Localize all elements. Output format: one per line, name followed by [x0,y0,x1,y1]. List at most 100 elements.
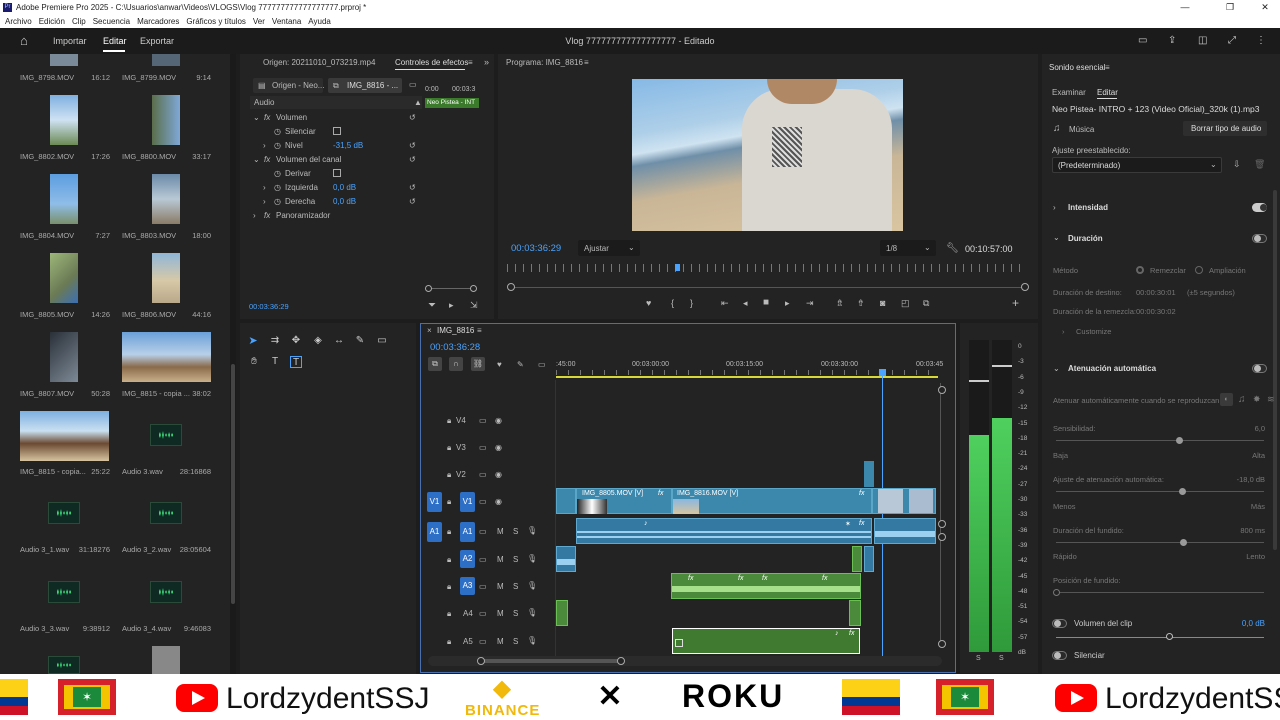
panel-menu-icon[interactable]: ≡ [584,58,589,67]
effects-timecode[interactable]: 00:03:36:29 [249,302,289,311]
rectangle-tool-icon[interactable]: ▭ [376,335,388,347]
solo-track-button[interactable]: S [513,637,518,646]
reset-icon[interactable]: ↺ [409,141,416,150]
step-back-icon[interactable]: ◂ [743,298,748,309]
project-scroll-thumb[interactable] [231,364,235,604]
clip-thumbnail[interactable] [50,95,78,145]
project-item-name[interactable]: IMG_8803.MOV [122,231,176,240]
scroll-handle[interactable] [617,657,625,665]
go-to-out-icon[interactable]: ⇥ [806,298,814,309]
vertical-scrollbar[interactable] [940,383,941,643]
quick-export-icon[interactable]: ◫ [1198,28,1207,54]
menu-clip[interactable]: Clip [72,15,86,28]
linked-selection-icon[interactable]: ⛓ [471,357,485,371]
lock-icon[interactable]: 🔒︎ [447,443,451,453]
fade-position-knob[interactable] [1053,589,1060,596]
track-target-a2[interactable]: A2 [460,550,475,568]
sync-icon[interactable]: ▭ [479,443,487,452]
clip-thumbnail[interactable] [50,174,78,224]
sync-icon[interactable]: ▭ [479,470,487,479]
reset-icon[interactable]: ↺ [409,155,416,164]
more-icon[interactable]: ⋮ [1256,28,1266,54]
sensitivity-knob[interactable] [1176,437,1183,444]
customize-section[interactable]: Customize [1076,327,1111,336]
microphone-icon[interactable]: 🎙︎ [527,581,537,590]
timeline-timecode[interactable]: 00:03:36:28 [430,342,480,353]
reset-icon[interactable]: ↺ [409,113,416,122]
lock-icon[interactable]: 🔒︎ [447,497,451,507]
mini-scroll-handle[interactable] [425,285,432,292]
clip-thumbnail[interactable] [50,332,78,382]
fx-icon[interactable]: fx [264,211,270,220]
lock-icon[interactable]: 🔒︎ [447,470,451,480]
solo-right-button[interactable]: S [999,655,1004,662]
audio-thumbnail[interactable] [48,581,80,603]
lock-icon[interactable]: 🔒︎ [447,609,451,619]
horizontal-scroll-thumb[interactable] [481,659,621,663]
project-item-name[interactable]: IMG_8799.MOV [122,73,176,82]
mute-toggle[interactable] [1052,651,1067,660]
program-ruler[interactable] [507,264,1027,272]
sfx-icon[interactable]: ✸ [1253,394,1261,405]
expand-arrow-icon[interactable]: › [263,141,266,150]
panel-layout-icon[interactable]: ▭ [1138,28,1147,54]
ambience-icon[interactable]: ≋ [1267,394,1275,405]
stopwatch-icon[interactable]: ◷ [274,183,281,192]
clip-thumbnail[interactable] [20,411,109,461]
sensitivity-value[interactable]: 6,0 [1227,424,1265,433]
stop-icon[interactable]: ■ [763,297,769,308]
pen-tool-icon[interactable]: ✎ [354,335,366,347]
panel-scrollbar[interactable] [1273,190,1277,550]
snap-icon[interactable]: ∩ [449,357,463,371]
eye-icon[interactable]: ◉ [495,443,502,452]
sync-icon[interactable]: ▭ [479,637,487,646]
fullscreen-icon[interactable]: ⤢ [1228,28,1236,54]
audio-clip[interactable]: fx fx fx fx [671,573,861,599]
fx-icon[interactable]: fx [264,155,270,164]
solo-track-button[interactable]: S [513,555,518,564]
audio-clip-a2-green[interactable] [852,546,862,572]
audio-thumbnail[interactable] [48,656,80,674]
ducking-toggle[interactable] [1252,364,1267,373]
panel-menu-icon[interactable]: ≡ [477,326,482,335]
mark-out-icon[interactable]: } [690,298,693,308]
sync-icon[interactable]: ▭ [479,555,487,564]
clip-volume-value[interactable]: 0,0 dB [1227,619,1265,628]
effect-level-value[interactable]: -31,5 dB [333,141,363,150]
zoom-handle-right[interactable] [1021,283,1029,291]
project-item-name[interactable]: IMG_8804.MOV [20,231,74,240]
export-icon[interactable]: ⇲ [470,300,478,311]
nest-sequence-icon[interactable]: ⧉ [428,357,442,371]
clip-volume-toggle[interactable] [1052,619,1067,628]
clip-volume-knob[interactable] [1166,633,1173,640]
clip-thumbnail[interactable] [152,95,180,145]
scroll-handle[interactable] [477,657,485,665]
project-item-name[interactable]: IMG_8805.MOV [20,310,74,319]
effect-left-value[interactable]: 0,0 dB [333,183,356,192]
video-clip[interactable]: IMG_8816.MOV [V] fx [672,488,872,514]
audio-clip[interactable] [849,600,861,626]
scroll-handle[interactable] [938,520,946,528]
track-select-tool-icon[interactable]: ⇉ [269,335,281,347]
camera-icon[interactable]: ◙ [880,298,885,308]
duration-toggle[interactable] [1252,234,1267,243]
stopwatch-icon[interactable]: ◷ [274,197,281,206]
scroll-handle[interactable] [938,533,946,541]
fade-position-slider[interactable] [1056,592,1264,593]
stopwatch-icon[interactable]: ◷ [274,127,281,136]
razor-tool-icon[interactable]: ◈ [312,335,324,347]
work-area-bar[interactable] [556,376,938,378]
reset-icon[interactable]: ↺ [409,197,416,206]
solo-track-button[interactable]: S [513,609,518,618]
tab-importar[interactable]: Importar [53,28,87,54]
compare-icon[interactable]: ◰ [901,298,910,309]
fade-duration-slider[interactable] [1056,542,1264,543]
clip-thumbnail[interactable] [122,332,211,382]
dialogue-icon[interactable]: ◐ [1220,393,1233,406]
project-item-name[interactable]: IMG_8802.MOV [20,152,74,161]
project-item-name[interactable]: IMG_8806.MOV [122,310,176,319]
expand-arrow-icon[interactable]: ⌄ [253,155,260,164]
fade-duration-knob[interactable] [1180,539,1187,546]
menu-ventana[interactable]: Ventana [272,15,301,28]
project-item-name[interactable]: IMG_8807.MOV [20,389,74,398]
